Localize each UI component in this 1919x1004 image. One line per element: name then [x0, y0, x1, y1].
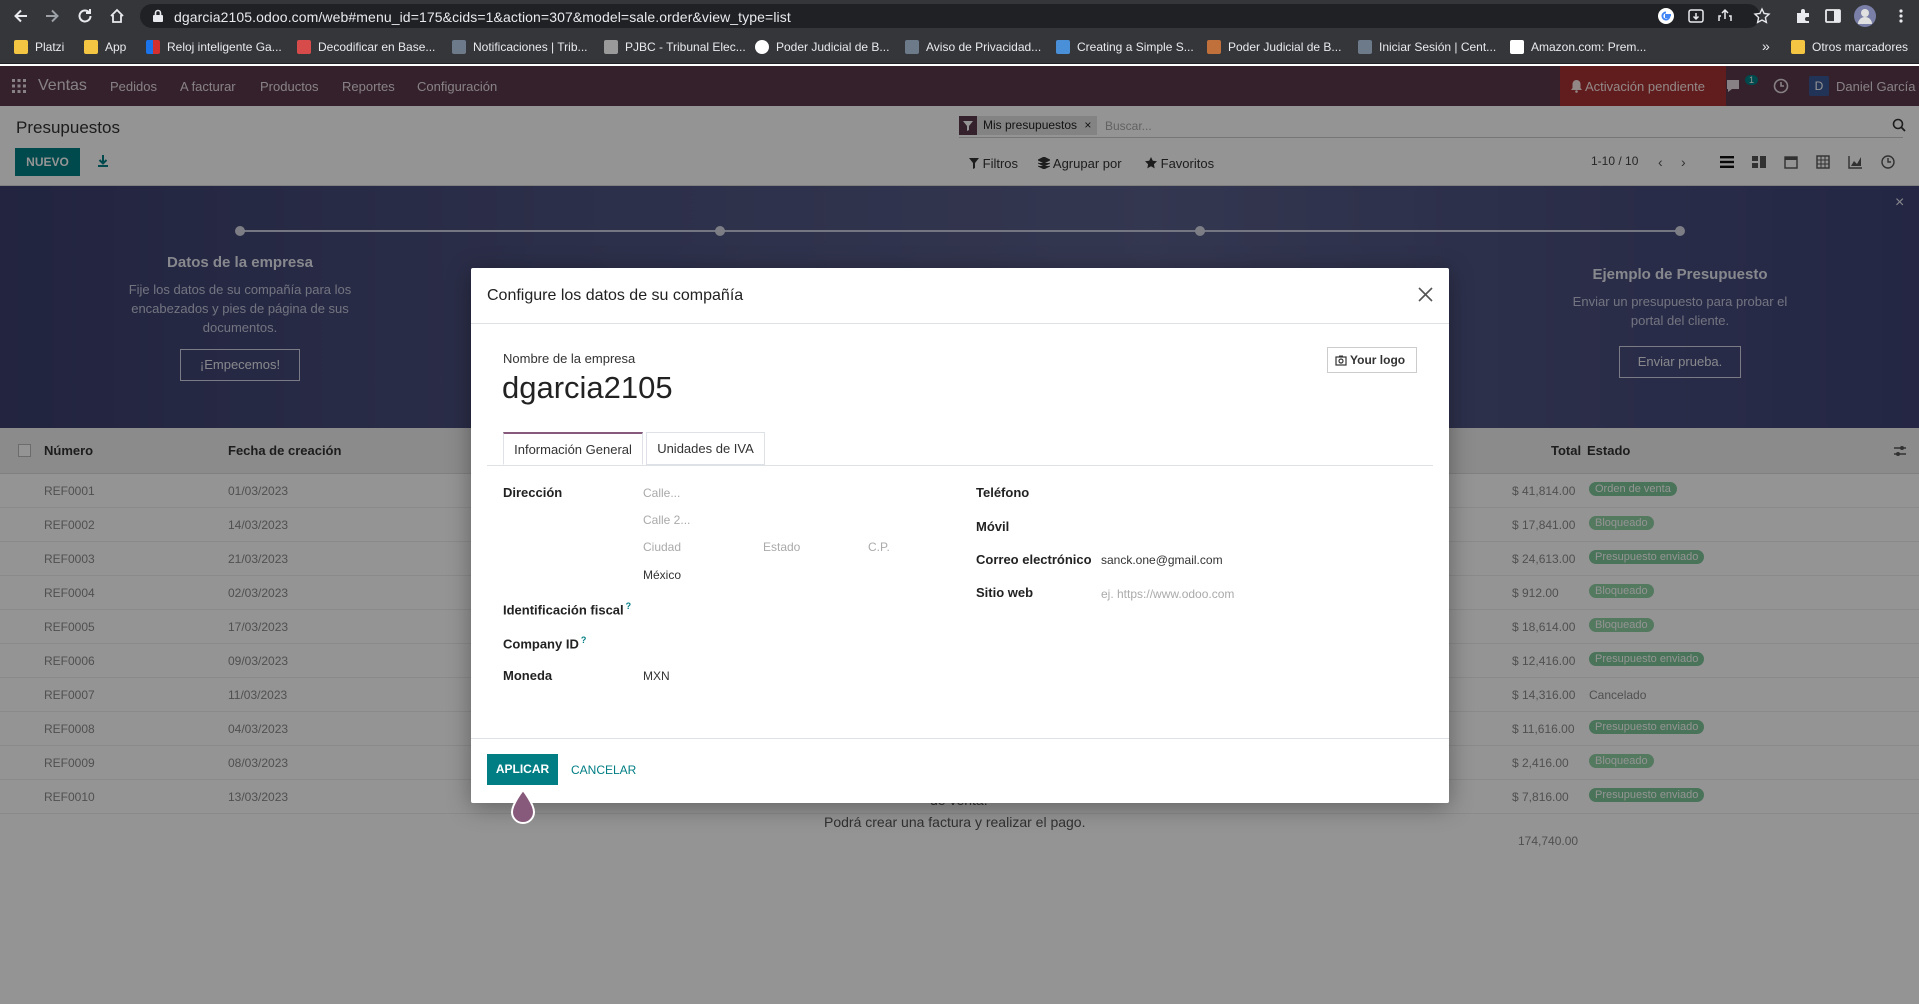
url-text: dgarcia2105.odoo.com/web#menu_id=175&cid…	[174, 9, 791, 25]
dialog-header: Configure los datos de su compañía	[471, 268, 1449, 324]
email-label: Correo electrónico	[976, 552, 1092, 567]
city-input[interactable]: Ciudad	[643, 540, 681, 554]
bookmark-item[interactable]: Poder Judicial de B...	[755, 40, 889, 54]
bookmark-item[interactable]: Amazon.com: Prem...	[1510, 40, 1646, 54]
cancel-button[interactable]: CANCELAR	[571, 763, 636, 777]
forward-icon[interactable]	[43, 7, 61, 25]
base64-icon	[297, 40, 311, 54]
mobile-label: Móvil	[976, 519, 1010, 534]
folder-icon	[14, 40, 28, 54]
privacy-icon	[905, 40, 919, 54]
tutorial-icon	[1056, 40, 1070, 54]
company-name-label: Nombre de la empresa	[503, 351, 636, 366]
poder-judicial-icon	[755, 40, 769, 54]
login-icon	[1358, 40, 1372, 54]
bookmark-item[interactable]: App	[84, 40, 126, 54]
bookmark-item[interactable]: Platzi	[14, 40, 64, 54]
share-icon[interactable]	[1716, 7, 1734, 25]
bookmark-item[interactable]: Notificaciones | Trib...	[452, 40, 588, 54]
country-select[interactable]: México	[643, 568, 681, 582]
street2-input[interactable]: Calle 2...	[643, 513, 690, 527]
close-icon[interactable]	[1418, 287, 1433, 302]
street-input[interactable]: Calle...	[643, 486, 680, 500]
help-icon[interactable]: ?	[581, 635, 587, 645]
email-input[interactable]: sanck.one@gmail.com	[1101, 553, 1223, 567]
bookmark-star-icon[interactable]	[1753, 7, 1771, 25]
garmin-icon	[146, 40, 160, 54]
dialog-title: Configure los datos de su compañía	[487, 287, 744, 304]
company-name-input[interactable]: dgarcia2105	[502, 370, 673, 406]
phone-input[interactable]	[1101, 482, 1401, 500]
folder-icon	[1791, 40, 1805, 54]
bookmark-item[interactable]: Decodificar en Base...	[297, 40, 435, 54]
zip-input[interactable]: C.P.	[868, 540, 890, 554]
help-icon[interactable]: ?	[626, 601, 632, 611]
bookmarks-bar: Platzi App Reloj inteligente Ga... Decod…	[0, 32, 1919, 64]
bookmark-item[interactable]: Poder Judicial de B...	[1207, 40, 1341, 54]
apply-button[interactable]: APLICAR	[487, 754, 558, 785]
mobile-input[interactable]	[1101, 516, 1401, 534]
google-icon[interactable]	[1657, 7, 1675, 25]
address-bar[interactable]: dgarcia2105.odoo.com/web#menu_id=175&cid…	[140, 4, 1760, 28]
bookmark-item[interactable]: Iniciar Sesión | Cent...	[1358, 40, 1496, 54]
bookmark-item[interactable]: PJBC - Tribunal Elec...	[604, 40, 746, 54]
lock-icon	[152, 9, 164, 23]
poder-judicial-icon	[1207, 40, 1221, 54]
company-config-dialog: Configure los datos de su compañía Nombr…	[471, 268, 1449, 803]
browser-toolbar: dgarcia2105.odoo.com/web#menu_id=175&cid…	[0, 0, 1919, 32]
bookmark-item[interactable]: Creating a Simple S...	[1056, 40, 1194, 54]
company-id-label: Company ID?	[503, 635, 587, 652]
address-label: Dirección	[503, 485, 563, 500]
tab-general-info[interactable]: Información General	[503, 432, 643, 465]
pjbc-icon	[604, 40, 618, 54]
more-bookmarks-button[interactable]: »	[1762, 38, 1770, 54]
your-logo-button[interactable]: Your logo	[1327, 347, 1417, 373]
side-panel-icon[interactable]	[1824, 7, 1842, 25]
camera-icon	[1335, 355, 1347, 366]
cursor-pointer-icon	[508, 788, 538, 826]
back-icon[interactable]	[12, 7, 30, 25]
dialog-footer: APLICAR CANCELAR	[471, 738, 1449, 803]
profile-avatar-icon[interactable]	[1854, 5, 1876, 27]
state-input[interactable]: Estado	[763, 540, 800, 554]
amazon-icon	[1510, 40, 1524, 54]
tab-vat-units[interactable]: Unidades de IVA	[646, 432, 765, 465]
tribunal-icon	[452, 40, 466, 54]
reload-icon[interactable]	[76, 7, 94, 25]
install-icon[interactable]	[1687, 7, 1705, 25]
website-input[interactable]: ej. https://www.odoo.com	[1101, 587, 1234, 601]
menu-dots-icon[interactable]	[1892, 7, 1910, 25]
phone-label: Teléfono	[976, 485, 1030, 500]
other-bookmarks[interactable]: Otros marcadores	[1791, 40, 1908, 54]
currency-select[interactable]: MXN	[643, 669, 670, 683]
bookmark-item[interactable]: Reloj inteligente Ga...	[146, 40, 282, 54]
vat-label: Identificación fiscal?	[503, 601, 632, 618]
currency-label: Moneda	[503, 668, 553, 683]
extensions-icon[interactable]	[1794, 7, 1812, 25]
home-icon[interactable]	[108, 7, 126, 25]
bookmark-item[interactable]: Aviso de Privacidad...	[905, 40, 1041, 54]
website-label: Sitio web	[976, 585, 1034, 600]
folder-icon	[84, 40, 98, 54]
